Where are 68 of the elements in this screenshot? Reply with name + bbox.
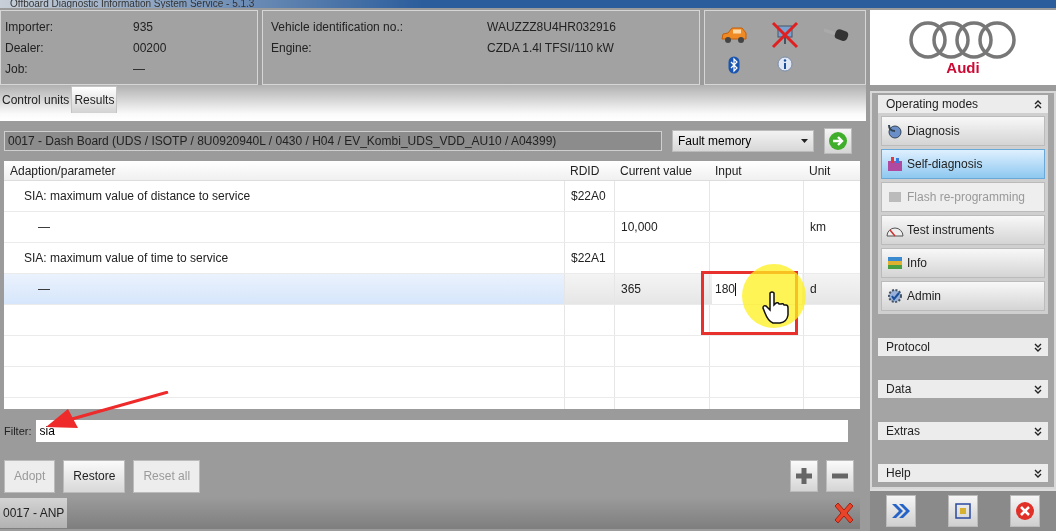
section-header[interactable]: Operating modes <box>878 95 1048 113</box>
remove-button[interactable] <box>826 460 854 492</box>
caret-icon <box>801 139 808 143</box>
field-label: Importer: <box>5 19 54 34</box>
mode-button[interactable]: Self-diagnosis <box>881 149 1045 179</box>
filter-field[interactable]: sia <box>35 420 848 442</box>
close-icon <box>1015 501 1035 521</box>
field-label: Engine: <box>271 40 313 55</box>
column-header: Input <box>714 162 743 180</box>
field-value: 00200 <box>133 40 167 55</box>
field-label: Job: <box>5 61 29 76</box>
rings-logo-icon <box>908 20 1018 60</box>
table-cell: km <box>810 220 826 234</box>
column-header: Current value <box>619 162 694 180</box>
table-row[interactable]: SIA: maximum value of distance to service $22A0 <box>4 181 860 212</box>
add-button[interactable] <box>790 460 818 492</box>
column-header: RDID <box>569 162 601 180</box>
field-value: — <box>133 61 145 76</box>
bluetooth-icon[interactable] <box>728 56 741 75</box>
field-value: WAUZZZ8U4HR032916 <box>487 19 616 34</box>
table-row[interactable]: — 10,000 km <box>4 212 860 243</box>
column-header: Adaption/parameter <box>9 162 117 180</box>
section-header[interactable]: Extras <box>878 422 1048 440</box>
frame-icon <box>954 502 972 520</box>
car-icon[interactable] <box>720 25 749 44</box>
arrow-right-icon <box>828 131 848 151</box>
double-arrow-icon <box>891 503 911 519</box>
table-cell: $22A1 <box>571 251 606 265</box>
exit-button[interactable] <box>1010 495 1040 527</box>
field-label: Dealer: <box>5 40 45 55</box>
plus-icon <box>795 467 813 485</box>
filter-label: Filter: <box>4 425 32 437</box>
mode-button[interactable]: Admin <box>881 281 1045 311</box>
gear-icon <box>886 288 904 304</box>
table-cell-text: SIA: maximum value of time to service <box>23 251 229 265</box>
mode-button[interactable]: Diagnosis <box>881 116 1045 146</box>
tab[interactable]: Results <box>71 86 118 113</box>
go-button[interactable] <box>824 128 852 154</box>
table-cell: 365 <box>621 282 642 296</box>
field-value: CZDA 1.4l TFSI/110 kW <box>487 40 614 55</box>
table-row[interactable]: — 365 180 d <box>4 274 860 305</box>
field-label: Vehicle identification no.: <box>271 19 405 34</box>
control-unit-field: 0017 - Dash Board (UDS / ISOTP / 8U0920940L / 0430 / H04 / EV_Kombi_UDS_VDD_AU10 / A04399) <box>4 131 662 151</box>
table-cell-text: — <box>37 220 50 234</box>
close-icon[interactable] <box>832 501 856 525</box>
minus-icon <box>831 473 849 479</box>
mode-button[interactable]: Test instruments <box>881 215 1045 245</box>
field-value: 935 <box>133 19 154 34</box>
hand-cursor-icon <box>760 291 790 325</box>
section-header[interactable]: Data <box>878 380 1048 398</box>
frame-button[interactable] <box>948 495 978 527</box>
action-button[interactable]: Restore <box>63 459 126 493</box>
table-cell: 10,000 <box>621 220 658 234</box>
table-cell-text: SIA: maximum value of distance to service <box>23 189 251 203</box>
table-cell: $22A0 <box>571 189 606 203</box>
tab[interactable]: Control units <box>0 87 72 113</box>
section-header[interactable]: Protocol <box>878 338 1048 356</box>
section-header[interactable]: Help <box>878 464 1048 482</box>
books-icon <box>886 255 904 271</box>
column-header: Unit <box>808 162 832 180</box>
status-tab[interactable]: 0017 - ANP <box>0 498 68 528</box>
forward-button[interactable] <box>886 495 916 527</box>
info-icon[interactable] <box>776 56 794 75</box>
table-cell-text: — <box>37 282 50 296</box>
mode-dropdown[interactable]: Fault memory <box>672 130 814 152</box>
table-cell: d <box>810 282 817 296</box>
brand-name: Audi <box>946 60 980 75</box>
mode-button[interactable]: Info <box>881 248 1045 278</box>
